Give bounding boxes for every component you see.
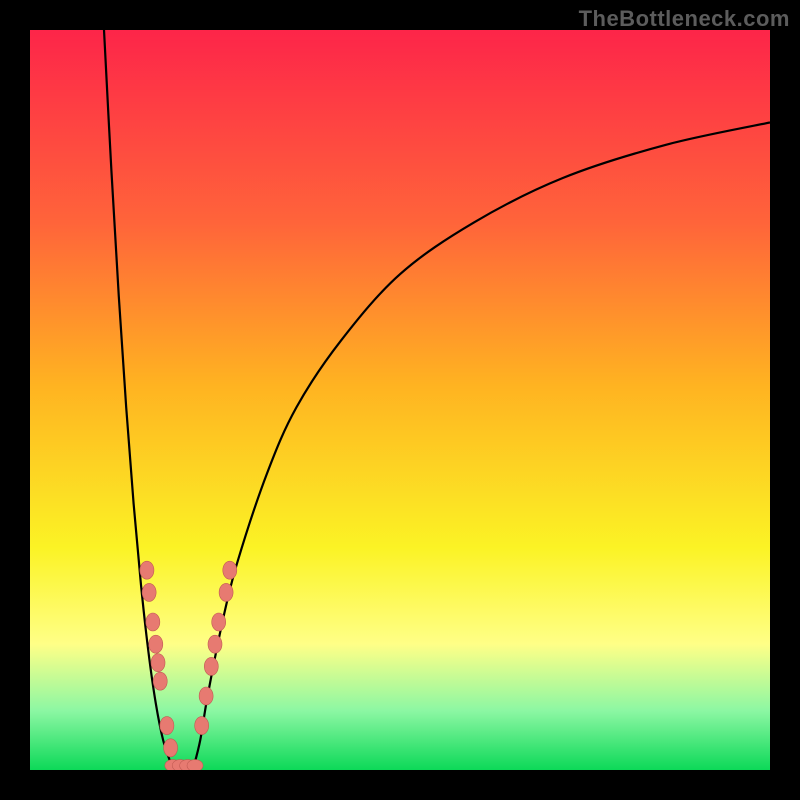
data-marker <box>149 635 163 653</box>
data-marker <box>199 687 213 705</box>
data-marker <box>219 583 233 601</box>
data-marker <box>212 613 226 631</box>
data-marker <box>151 654 165 672</box>
data-marker <box>195 717 209 735</box>
data-marker <box>142 583 156 601</box>
data-marker <box>223 561 237 579</box>
gradient-background <box>30 30 770 770</box>
data-marker <box>187 760 203 770</box>
data-marker <box>204 657 218 675</box>
plot-area <box>30 30 770 770</box>
data-marker <box>164 739 178 757</box>
data-marker <box>160 717 174 735</box>
watermark-label: TheBottleneck.com <box>579 6 790 32</box>
data-marker <box>146 613 160 631</box>
chart-svg <box>30 30 770 770</box>
data-marker <box>208 635 222 653</box>
data-marker <box>140 561 154 579</box>
data-marker <box>153 672 167 690</box>
chart-frame: TheBottleneck.com <box>0 0 800 800</box>
